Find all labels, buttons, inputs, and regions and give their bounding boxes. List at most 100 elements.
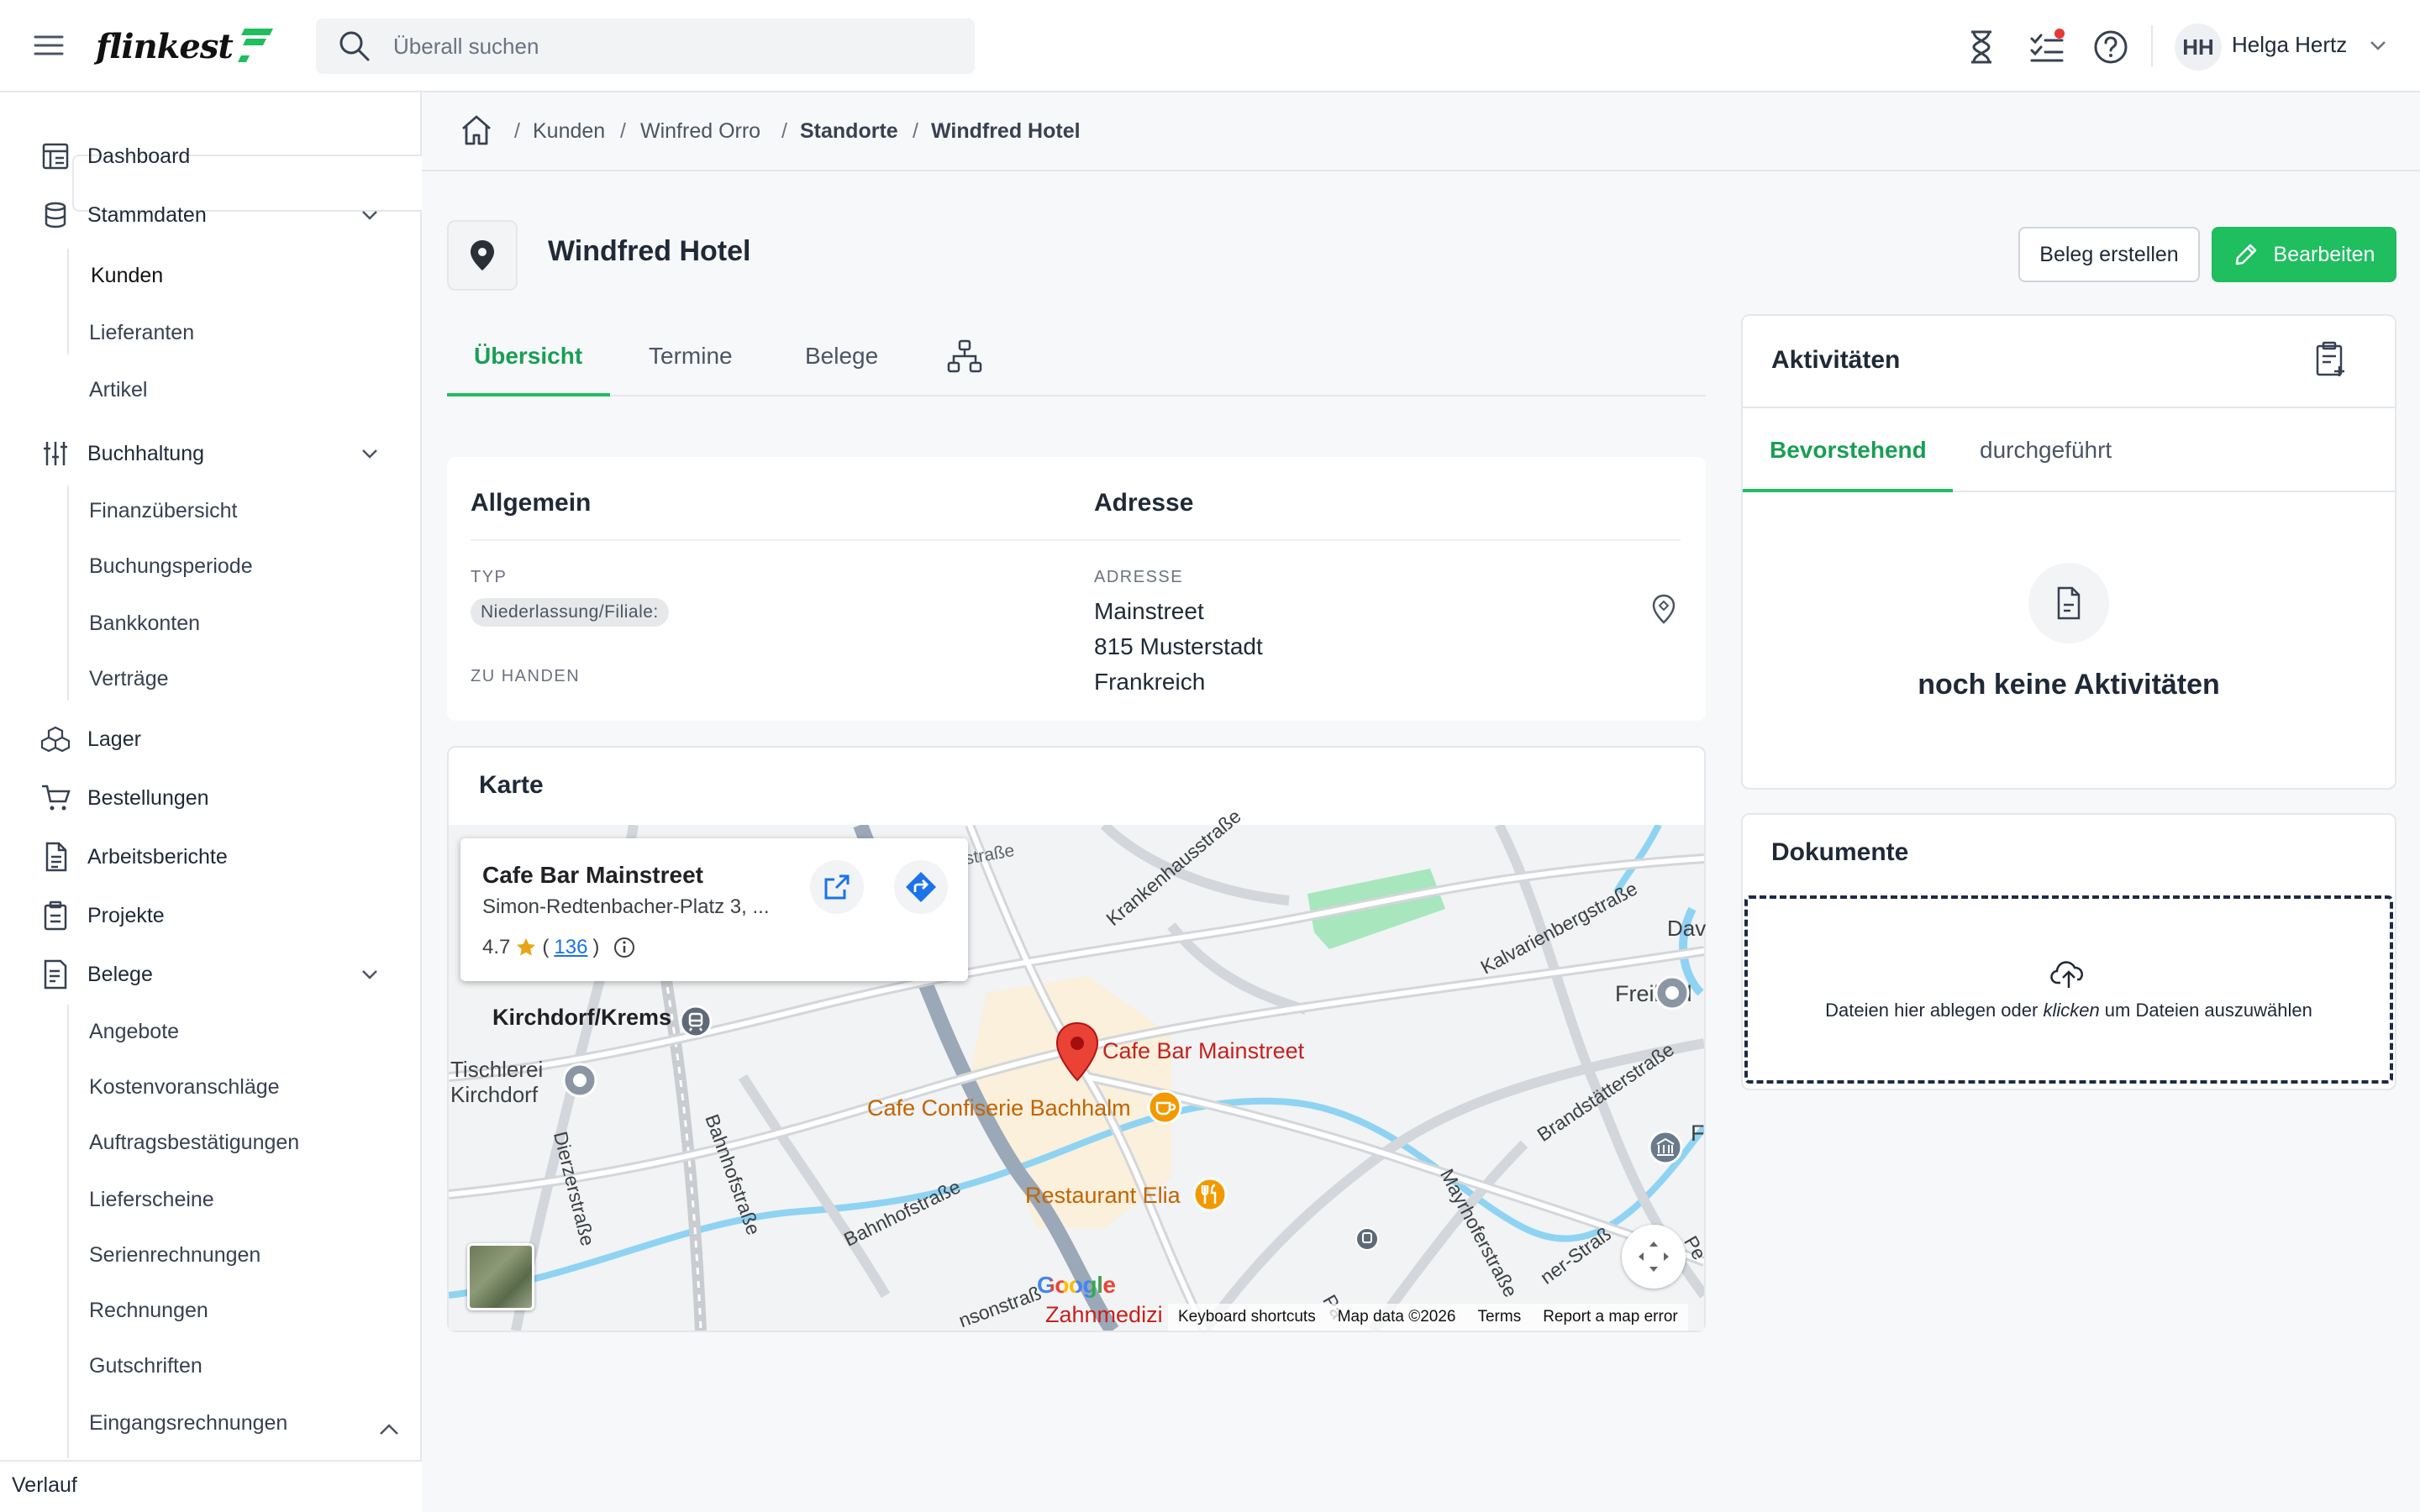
open-external-button[interactable] xyxy=(810,860,864,914)
sidebar-item-stammdaten[interactable]: Stammdaten xyxy=(0,198,420,232)
sidebar-item-arbeitsberichte[interactable]: Arbeitsberichte xyxy=(0,840,420,874)
org-chart-icon[interactable] xyxy=(946,338,983,375)
map-pin-icon[interactable] xyxy=(1054,1021,1101,1084)
sidebar-sub-auftragsbestaetigungen[interactable]: Auftragsbestätigungen xyxy=(89,1131,299,1155)
tab-bevorstehend[interactable]: Bevorstehend xyxy=(1770,437,1927,464)
location-badge xyxy=(447,220,518,291)
tasks-icon[interactable] xyxy=(2028,29,2065,66)
create-document-button[interactable]: Beleg erstellen xyxy=(2018,227,2200,282)
fullscreen-icon xyxy=(1639,1242,1669,1272)
history-label[interactable]: Verlauf xyxy=(12,1473,77,1498)
hourglass-icon[interactable] xyxy=(1963,29,2000,66)
place-marker-icon[interactable] xyxy=(561,1062,598,1099)
tab-belege[interactable]: Belege xyxy=(805,343,878,370)
chevron-down-icon[interactable] xyxy=(360,445,380,462)
avatar[interactable]: HH xyxy=(2175,24,2222,71)
global-search[interactable] xyxy=(316,18,975,74)
sidebar-item-label: Buchhaltung xyxy=(87,441,205,465)
sidebar-item-dashboard[interactable]: Dashboard xyxy=(0,139,420,173)
user-name[interactable]: Helga Hertz xyxy=(2232,32,2347,58)
section-title-dokumente: Dokumente xyxy=(1771,838,1909,866)
sidebar-sub-serienrechnungen[interactable]: Serienrechnungen xyxy=(89,1243,260,1268)
address-country: Frankreich xyxy=(1094,669,1206,695)
map-footer: Keyboard shortcuts Map data ©2026 Terms … xyxy=(1168,1304,1688,1331)
chevron-up-icon[interactable] xyxy=(376,1420,402,1440)
map-place-f[interactable]: F xyxy=(1691,1121,1705,1147)
restaurant-icon[interactable] xyxy=(1192,1176,1228,1213)
sidebar-item-belege[interactable]: Belege xyxy=(0,958,420,991)
fullscreen-button[interactable] xyxy=(1622,1225,1686,1289)
cafe-icon[interactable] xyxy=(1146,1089,1183,1126)
sidebar-sub-bankkonten[interactable]: Bankkonten xyxy=(89,612,200,636)
chevron-down-icon[interactable] xyxy=(360,966,380,983)
field-label-typ: TYP xyxy=(471,568,508,586)
address-city: 815 Musterstadt xyxy=(1094,633,1263,659)
sidebar-sub-rechnungen[interactable]: Rechnungen xyxy=(89,1299,208,1323)
tab-termine[interactable]: Termine xyxy=(649,343,733,370)
file-dropzone[interactable] xyxy=(1744,895,2393,1084)
place-marker-icon[interactable] xyxy=(1654,974,1691,1011)
report-error-link[interactable]: Report a map error xyxy=(1543,1308,1678,1326)
star-icon xyxy=(517,938,536,956)
add-activity-icon[interactable] xyxy=(2312,341,2349,380)
logo-text: flinkest xyxy=(96,26,234,66)
directions-button[interactable] xyxy=(894,860,948,914)
train-station-icon[interactable] xyxy=(679,1005,713,1038)
sidebar-sub-eingangsrechnungen[interactable]: Eingangsrechnungen xyxy=(89,1411,287,1436)
sidebar-sub-angebote[interactable]: Angebote xyxy=(89,1020,179,1044)
map-place-restaurant[interactable]: Restaurant Elia xyxy=(1025,1183,1181,1209)
type-badge: Niederlassung/Filiale: xyxy=(471,598,669,627)
map-place-confiserie[interactable]: Cafe Confiserie Bachhalm xyxy=(867,1095,1131,1121)
breadcrumb-separator: / xyxy=(620,119,626,143)
sidebar-item-buchhaltung[interactable]: Buchhaltung xyxy=(0,437,420,470)
map-pin-outline-icon[interactable] xyxy=(1649,593,1679,627)
info-icon[interactable] xyxy=(613,936,636,959)
sidebar-item-bestellungen[interactable]: Bestellungen xyxy=(0,781,420,815)
sidebar-sub-kostenvoranschlaege[interactable]: Kostenvoranschläge xyxy=(89,1075,280,1100)
map-place-kirchdorf[interactable]: Kirchdorf/Krems xyxy=(492,1005,671,1031)
sidebar-sub-kunden[interactable]: Kunden xyxy=(91,264,163,288)
divider xyxy=(67,486,69,701)
dashboard-icon xyxy=(42,143,69,170)
sidebar-item-lager[interactable]: Lager xyxy=(0,722,420,756)
menu-icon[interactable] xyxy=(32,30,66,60)
app-logo[interactable]: flinkest xyxy=(96,24,276,69)
chevron-down-icon[interactable] xyxy=(360,207,380,223)
map-place-zahn[interactable]: Zahnmedizi xyxy=(1045,1302,1163,1328)
notification-dot xyxy=(2054,29,2065,39)
terms-link[interactable]: Terms xyxy=(1477,1308,1521,1326)
museum-icon[interactable] xyxy=(1647,1129,1684,1166)
sidebar-sub-vertraege[interactable]: Verträge xyxy=(89,667,169,691)
active-tab-indicator xyxy=(1743,489,1953,492)
breadcrumb-standorte[interactable]: Standorte xyxy=(800,119,898,144)
sidebar-sub-lieferanten[interactable]: Lieferanten xyxy=(89,321,194,345)
breadcrumb-kunden[interactable]: Kunden xyxy=(533,119,605,144)
sidebar-sub-buchungsperiode[interactable]: Buchungsperiode xyxy=(89,554,253,579)
sidebar-sub-finanzuebersicht[interactable]: Finanzübersicht xyxy=(89,499,237,523)
bus-stop-icon[interactable] xyxy=(1355,1226,1380,1252)
chevron-down-icon[interactable] xyxy=(2368,37,2388,54)
tab-uebersicht[interactable]: Übersicht xyxy=(474,343,582,370)
sidebar-sub-gutschriften[interactable]: Gutschriften xyxy=(89,1354,203,1378)
home-icon[interactable] xyxy=(459,113,494,148)
map-place-dav[interactable]: Dav xyxy=(1667,916,1706,942)
map-place-tischlerei[interactable]: Tischlerei Kirchdorf xyxy=(450,1057,543,1107)
map-place-cafe-bar[interactable]: Cafe Bar Mainstreet xyxy=(1102,1038,1304,1064)
reviews-link[interactable]: 136 xyxy=(554,936,587,959)
breadcrumb-customer[interactable]: Winfred Orro xyxy=(640,119,760,144)
sidebar-item-label: Dashboard xyxy=(87,144,191,168)
field-label-adresse: ADRESSE xyxy=(1094,568,1184,586)
keyboard-shortcuts-link[interactable]: Keyboard shortcuts xyxy=(1178,1308,1316,1326)
search-input[interactable] xyxy=(393,33,897,60)
tab-durchgefuehrt[interactable]: durchgeführt xyxy=(1980,437,2112,464)
help-icon[interactable] xyxy=(2092,29,2129,66)
database-icon xyxy=(45,202,66,228)
dropzone-click-link[interactable]: klicken xyxy=(2043,1000,2099,1021)
sidebar-sub-artikel[interactable]: Artikel xyxy=(89,378,147,402)
edit-button[interactable]: Bearbeiten xyxy=(2212,227,2396,282)
sidebar-item-label: Lager xyxy=(87,727,141,751)
empty-state-text: noch keine Aktivitäten xyxy=(1918,669,2220,701)
satellite-toggle[interactable] xyxy=(467,1243,534,1310)
sidebar-item-projekte[interactable]: Projekte xyxy=(0,899,420,932)
sidebar-sub-lieferscheine[interactable]: Lieferscheine xyxy=(89,1188,214,1212)
